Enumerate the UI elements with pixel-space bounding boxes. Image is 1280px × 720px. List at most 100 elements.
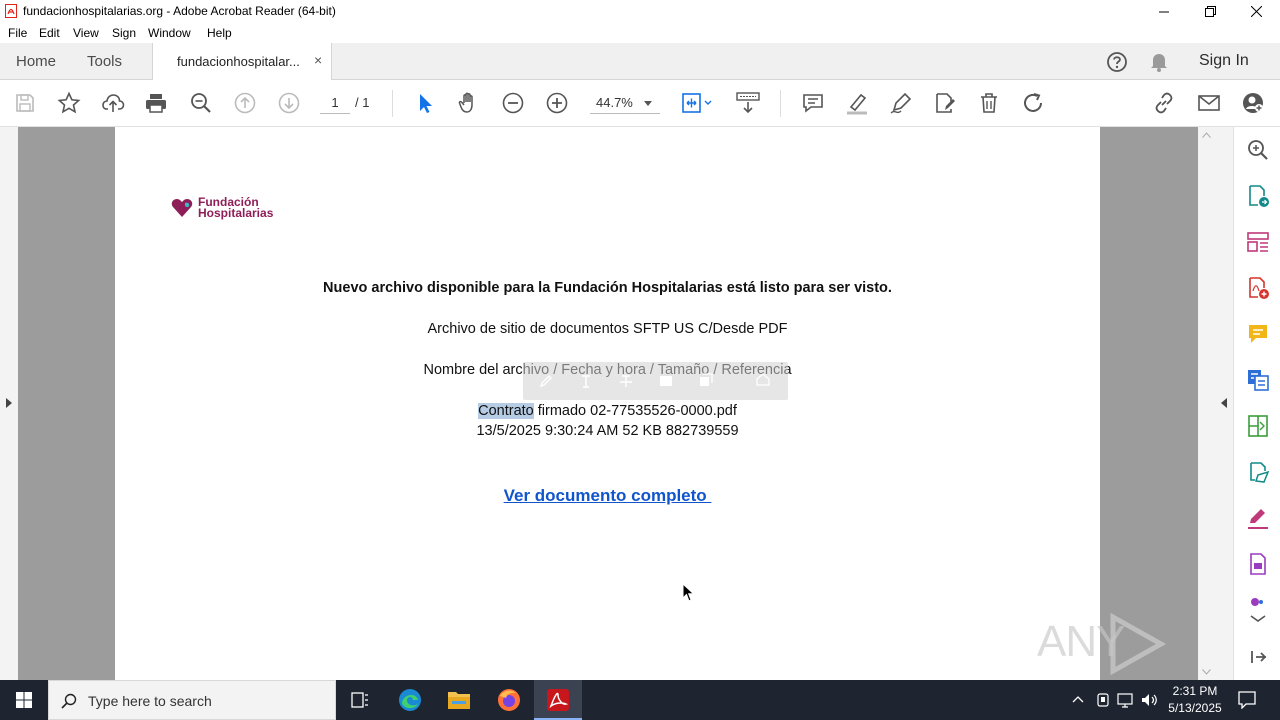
menu-edit[interactable]: Edit (39, 26, 60, 40)
tray-chevron-up-icon[interactable] (1072, 694, 1084, 704)
search-tool-button[interactable] (1246, 138, 1270, 162)
zoom-in-button[interactable] (545, 91, 569, 115)
more-actions-icon[interactable] (755, 373, 771, 387)
tab-home[interactable]: Home (16, 53, 56, 70)
minimize-icon (1159, 11, 1169, 12)
search-icon (61, 693, 77, 709)
hand-tool-button[interactable] (457, 91, 481, 115)
edit-pdf-tool[interactable] (1246, 368, 1270, 392)
fit-page-icon (682, 93, 712, 113)
pencil-icon[interactable] (539, 374, 553, 388)
file-explorer-taskbar-button[interactable] (435, 680, 483, 720)
text-cursor-icon[interactable] (579, 374, 593, 388)
volume-icon[interactable] (1141, 692, 1159, 708)
menu-window[interactable]: Window (148, 26, 191, 40)
taskbar-search-box[interactable]: Type here to search (48, 680, 336, 720)
scroll-mode-icon (736, 92, 760, 114)
previous-page-button[interactable] (233, 91, 257, 115)
organize-pages-tool[interactable] (1246, 230, 1270, 254)
tab-tools[interactable]: Tools (87, 53, 122, 70)
sign-in-button[interactable]: Sign In (1199, 52, 1249, 70)
zoom-out-button[interactable] (501, 91, 525, 115)
clock[interactable]: 2:31 PM 5/13/2025 (1162, 683, 1228, 717)
next-page-button[interactable] (277, 91, 301, 115)
export-pdf-tool[interactable] (1246, 184, 1270, 208)
menu-file[interactable]: File (8, 26, 27, 40)
document-line-1: Archivo de sitio de documentos SFTP US C… (427, 321, 788, 337)
more-tools-button[interactable] (1246, 595, 1270, 622)
right-panel-toggle[interactable] (1215, 127, 1233, 680)
cloud-upload-icon (102, 94, 125, 112)
compress-tool[interactable] (1246, 414, 1270, 438)
restore-button[interactable] (1187, 0, 1233, 23)
chevron-down-icon (644, 101, 652, 106)
menu-sign[interactable]: Sign (112, 26, 136, 40)
tab-document[interactable]: fundacionhospitalar... × (152, 43, 332, 80)
comment-tool[interactable] (1246, 322, 1270, 346)
copy-icon[interactable] (699, 373, 713, 387)
scroll-down-icon[interactable] (1202, 669, 1211, 675)
scroll-up-icon[interactable] (1202, 132, 1211, 138)
task-view-button[interactable] (336, 680, 384, 720)
upload-button[interactable] (101, 91, 125, 115)
fit-page-button[interactable] (681, 91, 715, 115)
chevron-right-icon (6, 398, 12, 408)
create-pdf-tool[interactable] (1246, 276, 1270, 300)
email-button[interactable] (1197, 91, 1221, 115)
fundacion-logo-icon (171, 199, 193, 217)
fill-sign-tool[interactable] (1246, 506, 1270, 530)
share-link-button[interactable] (1152, 91, 1176, 115)
compress-icon (1248, 415, 1268, 437)
zoom-level-value: 44.7% (596, 95, 633, 110)
share-people-button[interactable] (1241, 91, 1265, 115)
left-panel-toggle[interactable] (0, 127, 18, 680)
menu-help[interactable]: Help (207, 26, 232, 40)
menu-view[interactable]: View (73, 26, 99, 40)
network-icon[interactable] (1117, 692, 1135, 708)
page-number-input[interactable]: 1 (320, 92, 350, 114)
document-viewer[interactable]: Fundación Hospitalarias Nuevo archivo di… (0, 127, 1280, 680)
draw-button[interactable] (889, 91, 913, 115)
print-button[interactable] (144, 91, 168, 115)
protect-tool[interactable] (1246, 552, 1270, 576)
taskbar-search-placeholder: Type here to search (88, 693, 212, 709)
zoom-level-select[interactable]: 44.7% (590, 92, 660, 114)
bookmark-button[interactable] (57, 91, 81, 115)
close-window-button[interactable] (1233, 0, 1279, 23)
minimize-button[interactable] (1141, 0, 1187, 23)
highlight-button[interactable] (845, 91, 869, 115)
tab-document-label: fundacionhospitalar... (177, 54, 300, 69)
start-button[interactable] (0, 680, 48, 720)
save-button[interactable] (13, 91, 37, 115)
select-tool-button[interactable] (413, 91, 437, 115)
firefox-taskbar-button[interactable] (485, 680, 533, 720)
notification-icon[interactable] (1238, 691, 1256, 709)
device-icon[interactable] (1096, 692, 1110, 708)
comment-button[interactable] (801, 91, 825, 115)
help-icon[interactable] (1106, 51, 1128, 73)
edge-taskbar-button[interactable] (386, 680, 434, 720)
quick-actions-toolbar (523, 362, 788, 400)
star-icon (57, 91, 81, 114)
acrobat-taskbar-button[interactable] (534, 680, 582, 720)
send-for-review-tool[interactable] (1246, 460, 1270, 484)
bell-icon[interactable] (1149, 51, 1169, 73)
strikethrough-icon[interactable] (619, 374, 633, 388)
document-link-row: Ver documento completo (115, 486, 1100, 506)
close-tab-button[interactable]: × (314, 52, 322, 68)
scroll-mode-button[interactable] (736, 91, 760, 115)
highlight-block-icon[interactable] (659, 375, 673, 387)
hand-icon (458, 92, 473, 113)
vertical-scrollbar[interactable] (1198, 127, 1215, 680)
more-tools-icon (1250, 598, 1266, 622)
search-button[interactable] (189, 91, 213, 115)
view-document-link[interactable]: Ver documento completo (504, 486, 712, 505)
rotate-button[interactable] (1021, 91, 1045, 115)
collapse-arrow-icon (1251, 651, 1267, 663)
right-tools-panel (1233, 127, 1280, 680)
delete-button[interactable] (977, 91, 1001, 115)
selected-text[interactable]: Contrato (478, 403, 534, 419)
edit-text-button[interactable] (933, 91, 957, 115)
plus-circle-icon (546, 92, 568, 114)
collapse-tools-button[interactable] (1246, 645, 1270, 669)
